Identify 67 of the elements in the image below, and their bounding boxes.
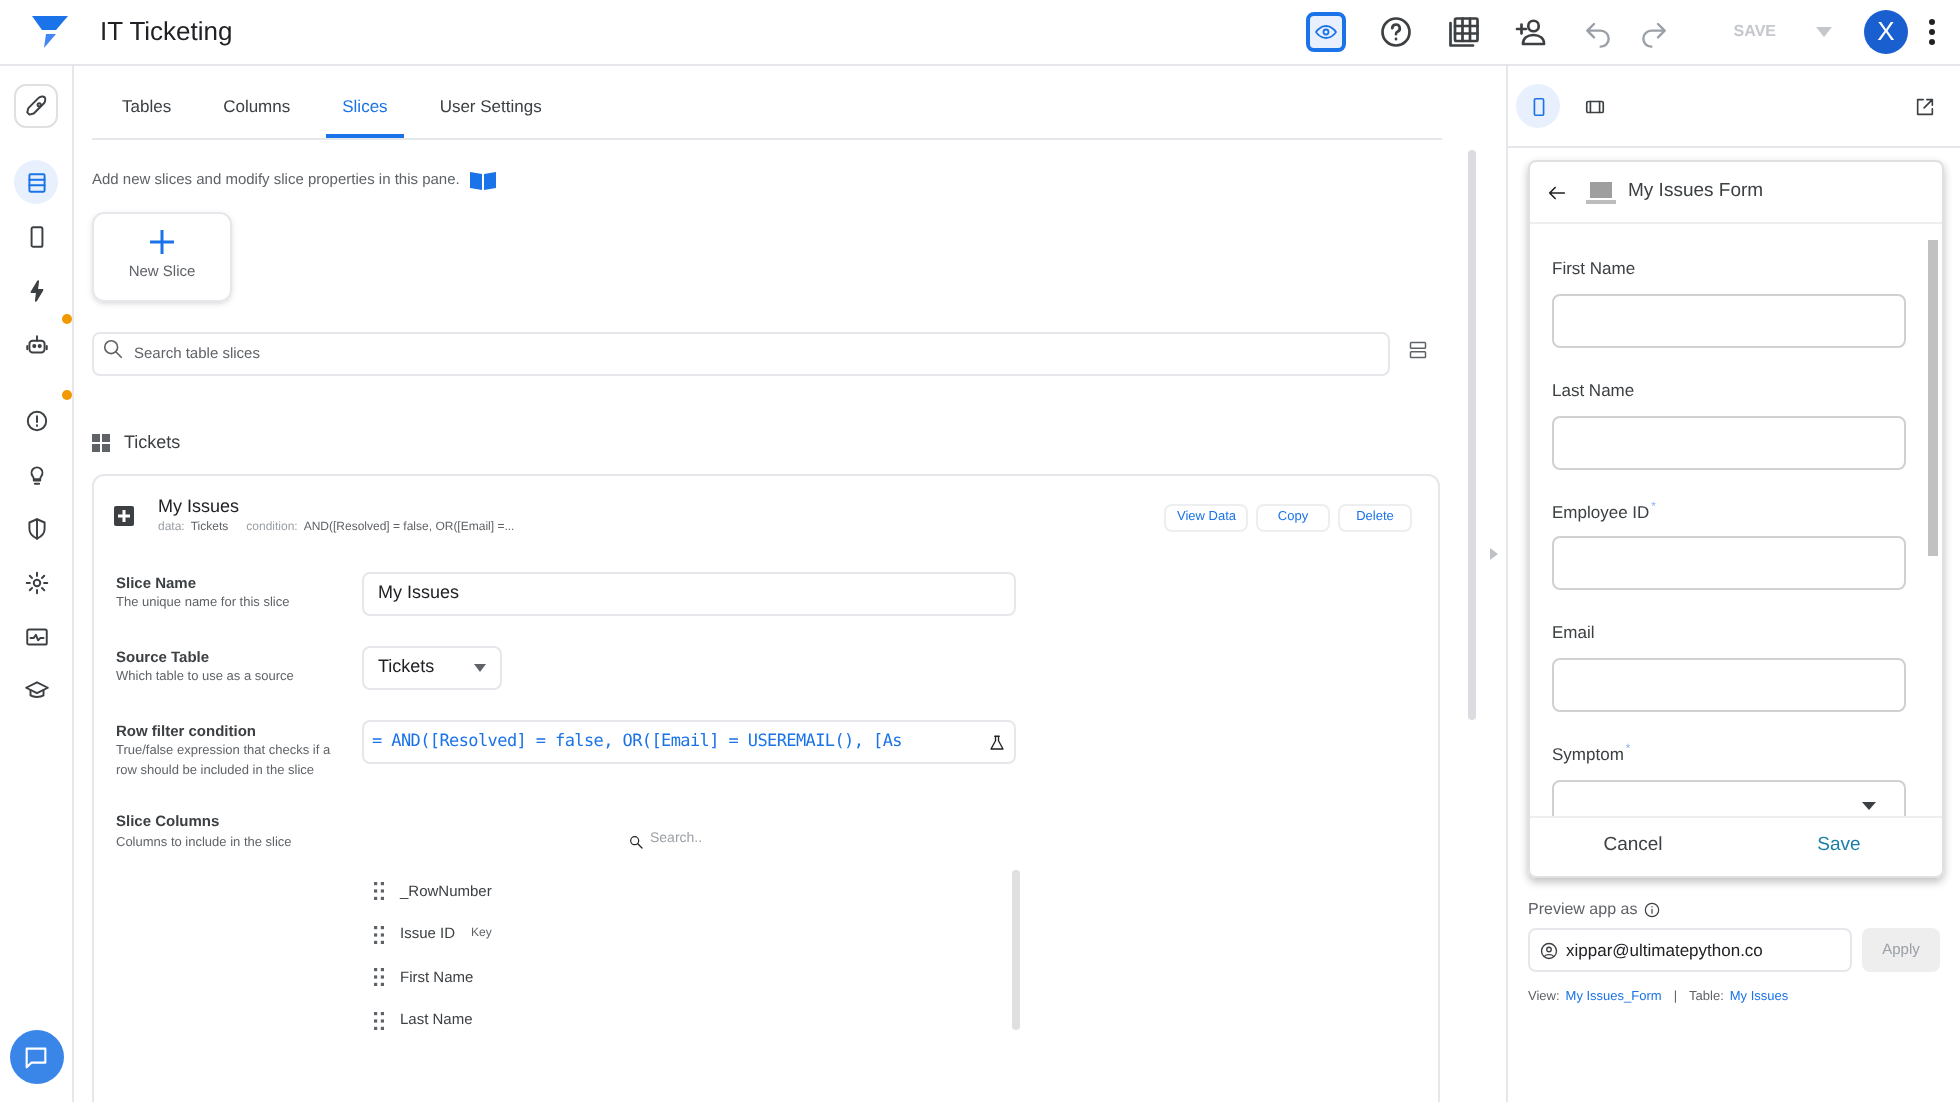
cancel-button[interactable]: Cancel [1530, 832, 1736, 862]
flask-icon[interactable] [988, 733, 1006, 751]
form-field-label: Last Name [1552, 377, 1635, 403]
expression-field[interactable]: = AND([Resolved] = false, OR([Email] = USEREMAIL(), [As [362, 720, 1016, 764]
drag-handle-icon[interactable] [374, 882, 384, 900]
plus-icon [150, 230, 174, 255]
preview-button[interactable] [1305, 12, 1346, 52]
form-field-label: First Name [1552, 256, 1636, 282]
sidebar-item[interactable] [14, 84, 58, 128]
form-input[interactable] [1552, 293, 1906, 348]
form-input[interactable] [1552, 415, 1906, 469]
form-input[interactable] [1552, 536, 1906, 591]
add-person-button[interactable] [1513, 14, 1550, 50]
email-field[interactable]: xippar@ultimatepython.co [1528, 928, 1852, 972]
app-title: IT Ticketing [100, 14, 233, 51]
scrollbar[interactable] [1468, 150, 1476, 720]
form-field-label: Email [1552, 620, 1595, 646]
app-logo [32, 16, 68, 48]
eye-icon [1313, 20, 1338, 44]
monitor-icon [23, 623, 49, 649]
gear-icon [23, 569, 49, 595]
drag-handle-icon[interactable] [374, 925, 384, 943]
open-external-icon[interactable] [1914, 95, 1936, 117]
help-button[interactable] [1377, 14, 1414, 50]
chat-icon [22, 1043, 50, 1071]
slice-name: My Issues [158, 496, 242, 518]
book-icon[interactable] [469, 170, 496, 190]
tab[interactable]: Tables [106, 94, 188, 138]
table-icon [23, 169, 49, 195]
laptop-icon [1586, 181, 1616, 203]
form-title: My Issues Form [1628, 177, 1764, 206]
tab[interactable]: Slices [326, 94, 404, 138]
alert-icon [23, 407, 49, 433]
back-arrow-icon[interactable] [1546, 181, 1568, 203]
form-field-label: Employee ID [1552, 499, 1650, 525]
form-field-label: Symptom [1552, 742, 1624, 768]
robot-icon [23, 331, 49, 357]
drag-handle-icon[interactable] [374, 968, 384, 986]
drag-handle-icon[interactable] [374, 1011, 384, 1029]
sidebar-item[interactable] [14, 160, 58, 204]
grid-icon [92, 433, 110, 452]
tab[interactable]: Columns [207, 94, 307, 138]
preview-as-label: Preview app as [1528, 898, 1638, 922]
caret-icon [1862, 802, 1876, 811]
source-table-dropdown[interactable]: Tickets [362, 646, 502, 690]
more-icon[interactable] [1928, 18, 1936, 46]
search-icon [628, 833, 644, 849]
slice-name-field[interactable]: My Issues [362, 572, 1016, 616]
user-icon [1540, 941, 1558, 959]
grid-button[interactable] [1445, 14, 1482, 50]
tab[interactable]: User Settings [423, 94, 558, 138]
tablet-icon [1583, 95, 1605, 117]
expand-icon[interactable] [114, 506, 134, 526]
avatar[interactable]: X [1864, 10, 1908, 54]
form-input[interactable] [1552, 658, 1906, 712]
info-icon[interactable] [1643, 902, 1660, 918]
scrollbar[interactable] [1928, 240, 1938, 556]
chat-button[interactable] [9, 1030, 63, 1084]
search-icon [102, 337, 124, 359]
layout-icon[interactable] [1408, 340, 1428, 361]
caret-icon [474, 664, 486, 672]
caret-icon [1816, 26, 1832, 38]
form-save-button[interactable]: Save [1736, 832, 1942, 862]
section-title: Tickets [124, 429, 181, 455]
phone-view-tab[interactable] [1516, 84, 1560, 128]
graduation-cap-icon [23, 677, 49, 703]
shield-icon [23, 515, 49, 541]
